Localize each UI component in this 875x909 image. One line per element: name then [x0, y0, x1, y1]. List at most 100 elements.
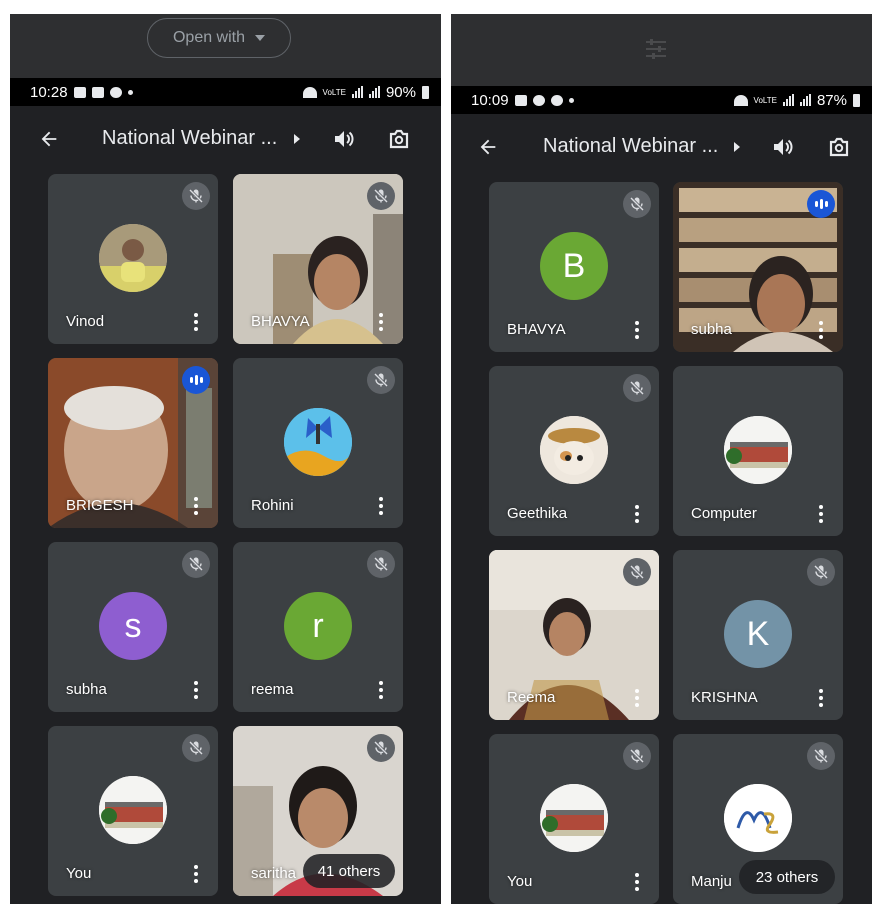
more-options-icon[interactable]: [819, 505, 823, 523]
others-count-button[interactable]: 23 others: [739, 860, 835, 894]
participant-name: saritha: [251, 865, 297, 882]
avatar-letter: r: [312, 606, 324, 645]
mic-off-icon: [182, 182, 210, 210]
meeting-app-bar: National Webinar ...: [451, 120, 872, 174]
more-options-icon[interactable]: [635, 689, 639, 707]
battery-percent: 90%: [385, 83, 416, 101]
dropdown-caret-icon: [255, 35, 266, 41]
more-options-icon[interactable]: [635, 505, 639, 523]
wifi-icon: [302, 86, 317, 98]
back-arrow-icon[interactable]: [477, 136, 499, 158]
mic-off-icon: [182, 550, 210, 578]
open-with-label: Open with: [172, 29, 246, 46]
participant-name: Reema: [507, 689, 556, 706]
participant-name: You: [66, 865, 92, 882]
more-options-icon[interactable]: [635, 873, 639, 891]
participant-tile[interactable]: B BHAVYA: [489, 182, 659, 352]
network-label: VoLTE: [753, 95, 777, 105]
wifi-icon: [733, 94, 748, 106]
battery-icon: [853, 93, 860, 107]
image-icon: [514, 94, 527, 106]
participant-name: Vinod: [66, 313, 105, 330]
participant-name: subha: [691, 321, 732, 338]
more-options-icon[interactable]: [379, 681, 383, 699]
participant-tile[interactable]: Manju 23 others: [673, 734, 843, 904]
viewer-toolbar: Open with: [10, 14, 441, 78]
meeting-app-bar: National Webinar ...: [10, 112, 441, 166]
participant-name: Computer: [691, 505, 757, 522]
avatar: [284, 408, 352, 476]
avatar: r: [284, 592, 352, 660]
avatar: [540, 416, 608, 484]
participant-tile[interactable]: BRIGESH: [48, 358, 218, 528]
participant-tile[interactable]: saritha 41 others: [233, 726, 403, 896]
participant-tile[interactable]: Geethika: [489, 366, 659, 536]
whatsapp-icon: [532, 94, 545, 106]
expand-arrow-icon[interactable]: [734, 142, 740, 152]
mic-off-icon: [623, 190, 651, 218]
participant-name: You: [507, 873, 533, 890]
others-label: 41 others: [317, 862, 381, 880]
participant-tile[interactable]: Computer: [673, 366, 843, 536]
participant-tile[interactable]: Reema: [489, 550, 659, 720]
participant-tile[interactable]: K KRISHNA: [673, 550, 843, 720]
others-count-button[interactable]: 41 others: [303, 854, 395, 888]
whatsapp-icon: [109, 86, 122, 98]
meet-screenshot-right: 10:09 VoLTE 87% National Webinar ... B B…: [451, 14, 872, 904]
open-with-button[interactable]: Open with: [147, 18, 291, 58]
meeting-title[interactable]: National Webinar ...: [102, 127, 277, 150]
battery-percent: 87%: [816, 91, 847, 109]
more-options-icon[interactable]: [819, 321, 823, 339]
participant-tile[interactable]: Vinod: [48, 174, 218, 344]
speaker-icon[interactable]: [332, 127, 356, 151]
mic-off-icon: [367, 734, 395, 762]
speaker-icon[interactable]: [771, 135, 795, 159]
participant-tile[interactable]: subha: [673, 182, 843, 352]
more-options-icon[interactable]: [379, 497, 383, 515]
participant-tile[interactable]: BHAVYA: [233, 174, 403, 344]
meeting-title[interactable]: National Webinar ...: [543, 135, 718, 158]
avatar: [99, 776, 167, 844]
avatar-letter: B: [562, 246, 586, 285]
signal-icon: [782, 94, 794, 106]
meet-screenshot-left: Open with 10:28 VoLTE 90% National Webin…: [10, 14, 441, 904]
participant-name: Manju: [691, 873, 732, 890]
participant-tile[interactable]: You: [489, 734, 659, 904]
signal-2-icon: [368, 86, 380, 98]
switch-camera-icon[interactable]: [826, 134, 852, 160]
participant-tile[interactable]: s subha: [48, 542, 218, 712]
participant-name: BHAVYA: [251, 313, 310, 330]
more-options-icon[interactable]: [635, 321, 639, 339]
expand-arrow-icon[interactable]: [294, 134, 300, 144]
mic-off-icon: [623, 374, 651, 402]
more-options-icon[interactable]: [194, 313, 198, 331]
avatar: [99, 224, 167, 292]
signal-icon: [351, 86, 363, 98]
notification-dot-icon: [568, 97, 574, 103]
avatar-letter: K: [746, 614, 770, 653]
participant-name: KRISHNA: [691, 689, 758, 706]
more-options-icon[interactable]: [379, 313, 383, 331]
participant-tile[interactable]: You: [48, 726, 218, 896]
avatar: B: [540, 232, 608, 300]
participant-name: Rohini: [251, 497, 294, 514]
participant-tile[interactable]: r reema: [233, 542, 403, 712]
switch-camera-icon[interactable]: [386, 126, 412, 152]
more-options-icon[interactable]: [194, 497, 198, 515]
battery-icon: [422, 85, 429, 99]
participant-tile[interactable]: Rohini: [233, 358, 403, 528]
adjust-settings-icon[interactable]: [644, 38, 668, 60]
status-time: 10:28: [30, 83, 68, 101]
network-label: VoLTE: [322, 87, 346, 97]
more-options-icon[interactable]: [194, 865, 198, 883]
image-icon: [91, 86, 104, 98]
participant-name: subha: [66, 681, 107, 698]
viewer-toolbar: [451, 14, 872, 86]
participant-name: reema: [251, 681, 294, 698]
mic-off-icon: [623, 742, 651, 770]
more-options-icon[interactable]: [194, 681, 198, 699]
participant-name: BRIGESH: [66, 497, 134, 514]
back-arrow-icon[interactable]: [38, 128, 60, 150]
status-bar: 10:09 VoLTE 87%: [451, 86, 872, 114]
more-options-icon[interactable]: [819, 689, 823, 707]
